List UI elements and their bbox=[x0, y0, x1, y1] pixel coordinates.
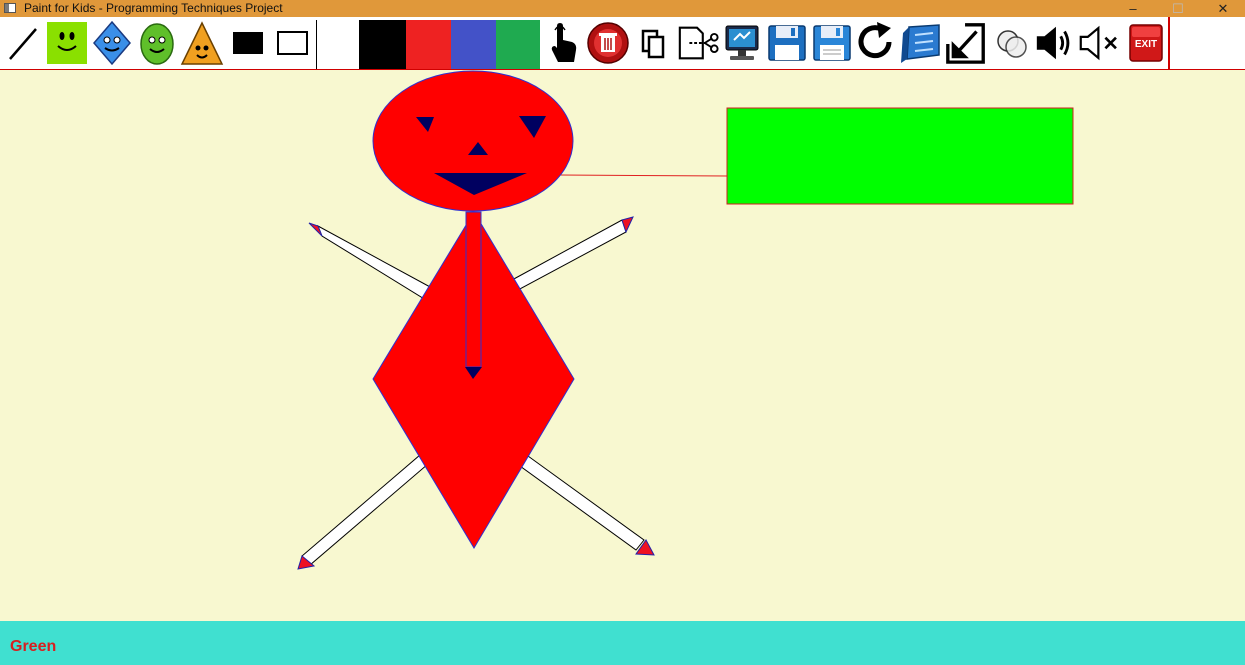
save-icon bbox=[768, 25, 806, 61]
pencil-shape[interactable] bbox=[511, 216, 634, 291]
resize-icon bbox=[946, 23, 985, 64]
line-icon bbox=[9, 28, 37, 60]
line-tool-button[interactable] bbox=[0, 19, 44, 67]
status-message: Green bbox=[10, 638, 57, 655]
pencil-shape[interactable] bbox=[297, 454, 429, 570]
pencil-shape[interactable] bbox=[519, 455, 655, 556]
diamond-tool-button[interactable] bbox=[90, 19, 134, 67]
maximize-button[interactable]: ☐ bbox=[1155, 0, 1201, 17]
square-tool-button[interactable] bbox=[45, 19, 89, 67]
circles-button[interactable] bbox=[990, 19, 1034, 67]
window-title: Paint for Kids - Programming Techniques … bbox=[24, 1, 283, 15]
status-bar: Green bbox=[0, 621, 1245, 665]
save-as-button[interactable] bbox=[810, 19, 854, 67]
drawing-canvas[interactable] bbox=[0, 70, 1245, 621]
triangle-face-icon bbox=[180, 21, 224, 65]
outline-rectangle-icon bbox=[277, 31, 308, 55]
circles-icon bbox=[997, 30, 1027, 58]
cut-button[interactable] bbox=[676, 19, 720, 67]
close-button[interactable]: ✕ bbox=[1200, 0, 1245, 17]
sound-on-button[interactable] bbox=[1033, 19, 1077, 67]
connector-line[interactable] bbox=[559, 174, 729, 177]
minimize-button[interactable]: – bbox=[1110, 0, 1156, 17]
copy-button[interactable] bbox=[631, 19, 675, 67]
pencil-shape[interactable] bbox=[308, 222, 433, 301]
color-white-swatch[interactable] bbox=[316, 20, 360, 69]
load-button[interactable] bbox=[899, 19, 943, 67]
triangle-tool-button[interactable] bbox=[180, 19, 224, 67]
color-red-swatch[interactable] bbox=[406, 20, 451, 69]
app-icon bbox=[4, 3, 16, 13]
color-black-swatch[interactable] bbox=[360, 20, 406, 69]
save-button[interactable] bbox=[765, 19, 809, 67]
copy-icon bbox=[641, 29, 665, 59]
delete-icon bbox=[587, 22, 629, 64]
save-as-icon bbox=[813, 25, 851, 61]
filled-rectangle-icon bbox=[233, 32, 263, 54]
select-button[interactable] bbox=[542, 19, 586, 67]
redo-icon bbox=[858, 22, 892, 59]
title-bar: Paint for Kids - Programming Techniques … bbox=[0, 0, 1245, 17]
sound-off-button[interactable] bbox=[1079, 19, 1123, 67]
sound-off-icon bbox=[1079, 25, 1117, 61]
delete-button[interactable] bbox=[586, 19, 630, 67]
cut-icon bbox=[678, 26, 719, 60]
paste-button[interactable] bbox=[720, 19, 764, 67]
color-green-swatch[interactable] bbox=[496, 20, 540, 69]
ellipse-tool-button[interactable] bbox=[135, 19, 179, 67]
ellipse-face-icon bbox=[140, 23, 174, 65]
fill-tool-button[interactable] bbox=[225, 19, 269, 67]
outline-tool-button[interactable] bbox=[270, 19, 314, 67]
diamond-face-icon bbox=[93, 20, 131, 66]
load-icon bbox=[901, 24, 940, 63]
square-face-icon bbox=[47, 22, 87, 64]
color-blue-swatch[interactable] bbox=[451, 20, 496, 69]
select-pointer-icon bbox=[551, 23, 577, 62]
exit-icon: EXIT bbox=[1129, 24, 1163, 62]
resize-button[interactable] bbox=[944, 19, 988, 67]
rectangle-shape[interactable] bbox=[465, 211, 482, 368]
rectangle-shape[interactable] bbox=[726, 107, 1074, 205]
toolbar-end-divider bbox=[1168, 17, 1170, 69]
paste-icon bbox=[725, 25, 759, 60]
sound-on-icon bbox=[1036, 26, 1070, 60]
toolbar: EXIT bbox=[0, 17, 1245, 70]
exit-button[interactable]: EXIT bbox=[1124, 19, 1168, 67]
redo-button[interactable] bbox=[855, 19, 899, 67]
exit-label: EXIT bbox=[1135, 39, 1157, 50]
